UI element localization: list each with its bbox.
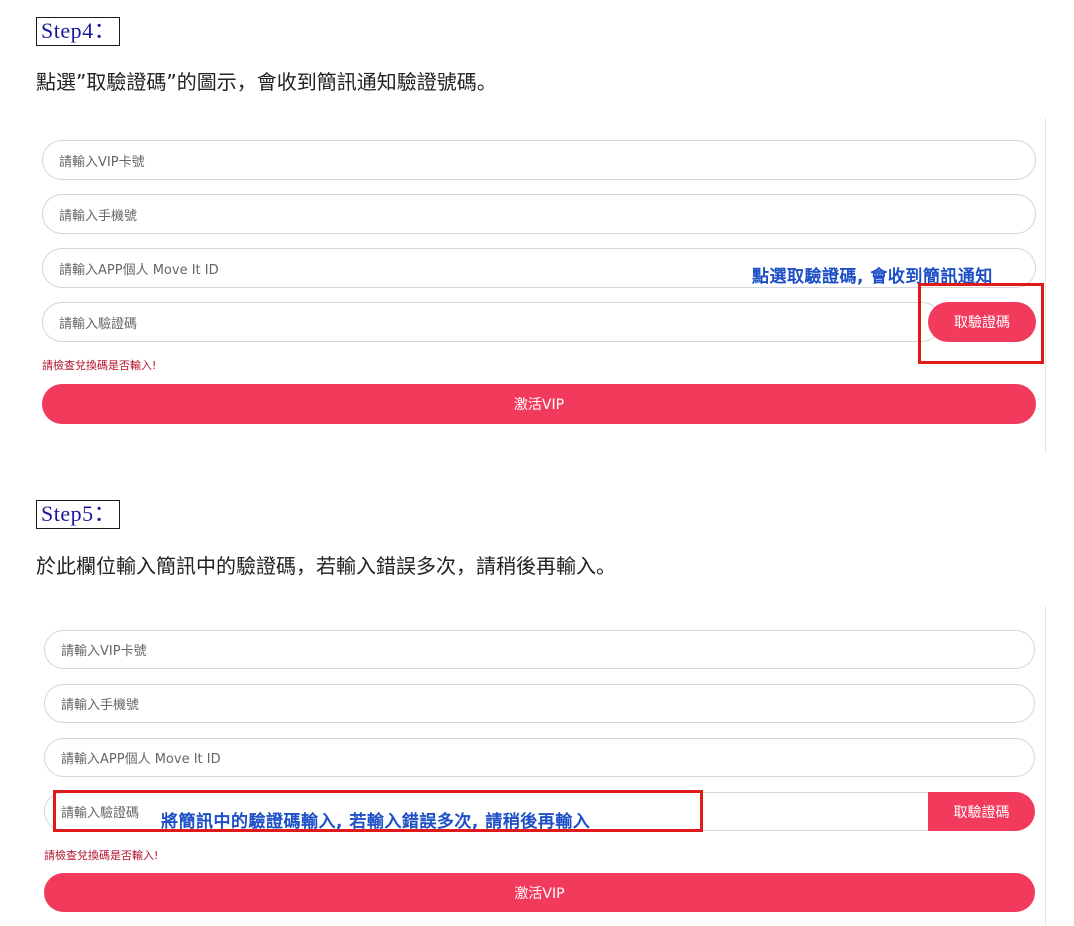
phone-placeholder: 請輸入手機號 [59, 208, 138, 224]
get-code-highlight-box [918, 283, 1044, 364]
vip-card-placeholder: 請輸入VIP卡號 [61, 644, 147, 659]
app-id-placeholder: 請輸入APP個人 Move It ID [59, 262, 219, 278]
step5-error-message: 請檢查兌換碼是否輸入! [44, 849, 159, 862]
activate-vip-button[interactable]: 激活VIP [44, 873, 1035, 912]
activate-vip-button[interactable]: 激活VIP [42, 384, 1036, 424]
app-id-input[interactable]: 請輸入APP個人 Move It ID [44, 738, 1035, 777]
phone-input[interactable]: 請輸入手機號 [44, 684, 1035, 723]
vip-card-placeholder: 請輸入VIP卡號 [59, 154, 145, 170]
step4-instruction: 點選”取驗證碼”的圖示，會收到簡訊通知驗證號碼。 [36, 70, 497, 94]
verification-code-input[interactable]: 請輸入驗證碼 [42, 302, 942, 342]
verification-code-placeholder: 請輸入驗證碼 [59, 316, 138, 332]
phone-placeholder: 請輸入手機號 [61, 698, 140, 713]
app-id-placeholder: 請輸入APP個人 Move It ID [61, 752, 221, 767]
phone-input[interactable]: 請輸入手機號 [42, 194, 1036, 234]
get-code-button[interactable]: 取驗證碼 [928, 792, 1035, 831]
step4-error-message: 請檢查兌換碼是否輸入! [42, 359, 157, 372]
step4-label: Step4： [36, 17, 120, 46]
vip-card-input[interactable]: 請輸入VIP卡號 [42, 140, 1036, 180]
step5-annotation: 將簡訊中的驗證碼輸入, 若輸入錯誤多次, 請稍後再輸入 [161, 812, 591, 832]
step5-label: Step5： [36, 500, 120, 529]
vip-card-input[interactable]: 請輸入VIP卡號 [44, 630, 1035, 669]
step5-instruction: 於此欄位輸入簡訊中的驗證碼，若輸入錯誤多次，請稍後再輸入。 [36, 554, 616, 578]
